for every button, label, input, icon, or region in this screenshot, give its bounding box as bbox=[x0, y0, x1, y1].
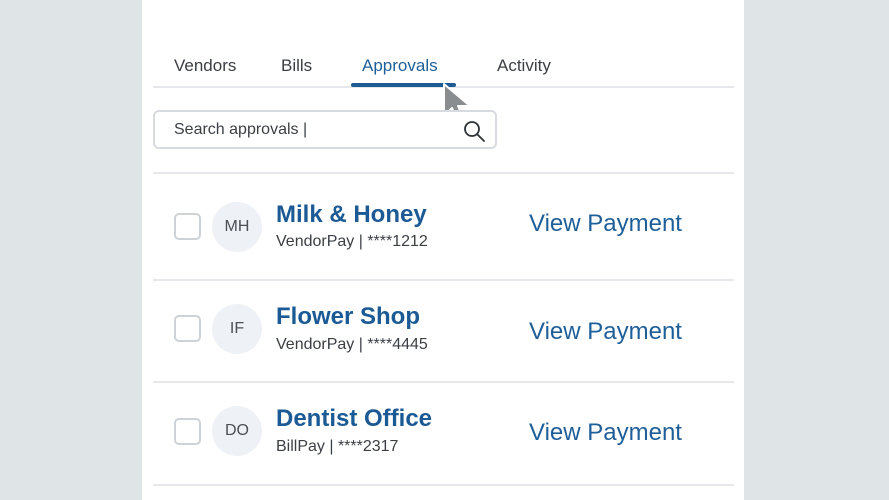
search-box bbox=[153, 110, 497, 149]
vendor-name: Dentist Office bbox=[276, 405, 433, 432]
vendor-payment-method: VendorPay | ****1212 bbox=[276, 233, 428, 250]
tab-bar: Vendors Bills Approvals Activity bbox=[153, 0, 734, 88]
avatar: DO bbox=[212, 406, 262, 456]
search-icon[interactable] bbox=[462, 119, 486, 143]
tab-approvals[interactable]: Approvals bbox=[362, 56, 438, 76]
search-input[interactable] bbox=[155, 112, 455, 147]
view-payment-link[interactable]: View Payment bbox=[529, 210, 682, 238]
active-tab-indicator bbox=[351, 83, 456, 87]
avatar: MH bbox=[212, 202, 262, 252]
list-divider bbox=[153, 484, 734, 486]
row-checkbox[interactable] bbox=[174, 418, 201, 445]
row-checkbox[interactable] bbox=[174, 213, 201, 240]
tab-activity[interactable]: Activity bbox=[497, 56, 551, 76]
approvals-panel: Vendors Bills Approvals Activity MH Milk… bbox=[142, 0, 744, 500]
vendor-name: Flower Shop bbox=[276, 303, 420, 330]
list-item: IF Flower Shop VendorPay | ****4445 View… bbox=[153, 281, 734, 381]
tab-vendors[interactable]: Vendors bbox=[174, 56, 236, 76]
view-payment-link[interactable]: View Payment bbox=[529, 318, 682, 346]
vendor-payment-method: BillPay | ****2317 bbox=[276, 438, 399, 455]
list-item: DO Dentist Office BillPay | ****2317 Vie… bbox=[153, 383, 734, 483]
avatar: IF bbox=[212, 304, 262, 354]
view-payment-link[interactable]: View Payment bbox=[529, 419, 682, 447]
list-item: MH Milk & Honey VendorPay | ****1212 Vie… bbox=[153, 174, 734, 274]
vendor-name: Milk & Honey bbox=[276, 201, 427, 228]
vendor-payment-method: VendorPay | ****4445 bbox=[276, 336, 428, 353]
row-checkbox[interactable] bbox=[174, 315, 201, 342]
tab-bills[interactable]: Bills bbox=[281, 56, 312, 76]
